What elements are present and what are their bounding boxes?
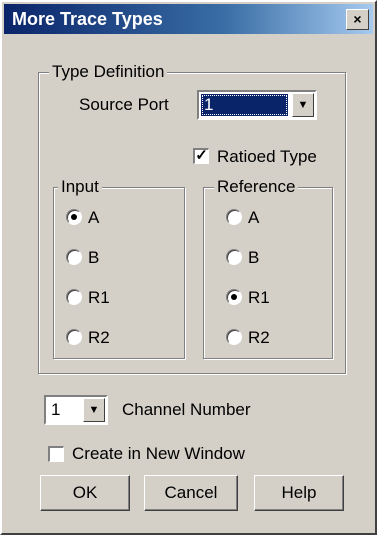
radio-button[interactable] [66,249,82,265]
radio-button[interactable] [66,209,82,225]
help-button[interactable]: Help [254,475,344,511]
radio-label: R1 [88,288,110,307]
ok-button[interactable]: OK [40,475,130,511]
ratioed-type-checkbox[interactable]: ✓ [193,148,209,164]
cancel-button[interactable]: Cancel [144,475,238,511]
radio-button[interactable] [66,329,82,345]
input-legend: Input [58,177,102,197]
source-port-combo[interactable]: 1 ▼ [197,90,317,120]
create-new-window-checkbox[interactable] [48,446,64,462]
type-definition-group: Type Definition Source Port 1 ▼ ✓ Ratioe… [38,62,346,374]
reference-group: Reference A B R1 R2 [203,177,333,359]
checkmark-icon: ✓ [195,147,208,164]
chevron-down-icon: ▼ [297,99,309,111]
source-port-label: Source Port [79,95,169,114]
radio-button[interactable] [226,209,242,225]
reference-legend: Reference [214,177,299,197]
radio-button[interactable] [226,289,242,305]
radio-label: R2 [248,328,270,347]
radio-label: R2 [88,328,110,347]
radio-label: B [88,248,100,267]
source-port-dropdown-button[interactable]: ▼ [292,93,314,117]
radio-button[interactable] [66,289,82,305]
chevron-down-icon: ▼ [88,404,100,416]
channel-dropdown-button[interactable]: ▼ [83,398,105,422]
channel-number-value: 1 [51,400,61,419]
radio-label: A [248,208,260,227]
more-trace-types-dialog: More Trace Types × Type Definition Sourc… [0,0,377,535]
radio-button[interactable] [226,249,242,265]
source-port-value: 1 [201,94,288,116]
close-icon: × [353,11,362,27]
ratioed-type-label[interactable]: Ratioed Type [217,147,317,167]
radio-label: B [248,248,260,267]
create-new-window-label[interactable]: Create in New Window [72,444,245,464]
radio-button[interactable] [226,329,242,345]
dialog-title: More Trace Types [12,9,163,29]
channel-number-label: Channel Number [122,400,251,419]
radio-label: R1 [248,288,270,307]
close-button[interactable]: × [346,9,369,30]
input-group: Input A B R1 R2 [53,177,185,359]
type-definition-legend: Type Definition [49,62,168,82]
channel-number-combo[interactable]: 1 ▼ [44,395,108,425]
radio-label: A [88,208,100,227]
title-bar[interactable]: More Trace Types × [4,4,373,34]
